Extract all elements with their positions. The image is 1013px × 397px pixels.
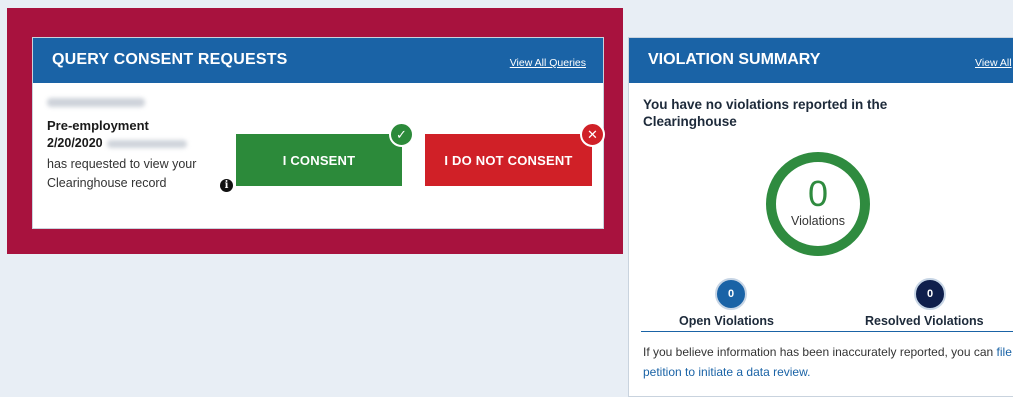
total-violations-count: 0 <box>807 173 829 214</box>
open-violations-count: 0 <box>715 278 747 310</box>
divider <box>641 331 1013 332</box>
open-violations-label: Open Violations <box>679 314 774 328</box>
consent-button[interactable]: I CONSENT <box>236 134 402 186</box>
resolved-violations-label: Resolved Violations <box>865 314 984 328</box>
resolved-violations-count: 0 <box>914 278 946 310</box>
view-all-queries-link[interactable]: View All Queries <box>510 57 586 69</box>
info-icon[interactable]: i <box>220 179 233 192</box>
request-text: has requested to view your Clearinghouse… <box>47 157 197 190</box>
total-violations-label: Violations <box>791 214 845 228</box>
violation-card-header: VIOLATION SUMMARY View All <box>629 38 1013 83</box>
request-type: Pre-employment <box>47 118 149 133</box>
do-not-consent-button[interactable]: I DO NOT CONSENT <box>425 134 592 186</box>
view-all-violations-link[interactable]: View All <box>975 57 1012 69</box>
request-date-line: 2/20/2020 <box>47 136 187 150</box>
close-icon: ✕ <box>580 122 605 147</box>
request-date: 2/20/2020 <box>47 136 103 150</box>
violation-summary-card: VIOLATION SUMMARY View All You have no v… <box>628 37 1013 397</box>
query-card-header: QUERY CONSENT REQUESTS View All Queries <box>33 38 603 83</box>
petition-note: If you believe information has been inac… <box>643 342 1013 382</box>
requester-name-redacted <box>47 98 145 107</box>
query-consent-card: QUERY CONSENT REQUESTS View All Queries … <box>32 37 605 229</box>
violation-card-title: VIOLATION SUMMARY <box>648 51 821 68</box>
requester-redacted <box>106 139 187 148</box>
check-icon: ✓ <box>389 122 414 147</box>
query-card-title: QUERY CONSENT REQUESTS <box>52 51 288 68</box>
total-violations-ring: 0 Violations <box>766 152 870 256</box>
petition-note-text: If you believe information has been inac… <box>643 345 997 359</box>
request-description: has requested to view your Clearinghouse… <box>47 155 233 193</box>
no-violations-message: You have no violations reported in the C… <box>643 97 888 129</box>
